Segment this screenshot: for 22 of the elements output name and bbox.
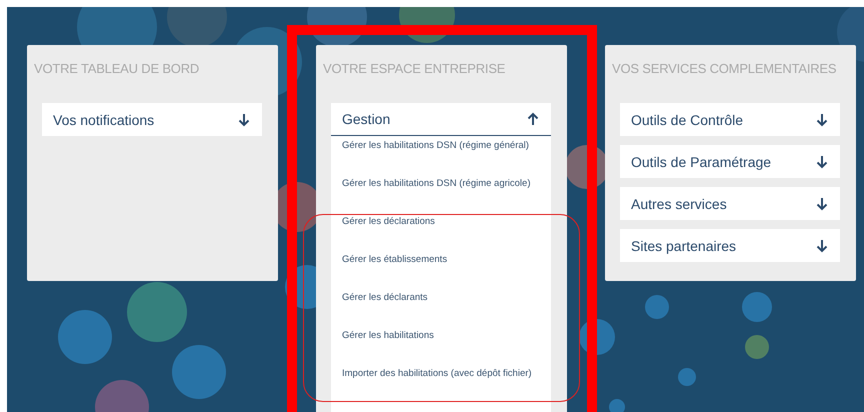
submenu-link[interactable]: Gérer les déclarations bbox=[342, 216, 551, 254]
up-arrow-icon bbox=[527, 112, 539, 126]
down-arrow-icon bbox=[816, 154, 828, 168]
down-arrow-icon bbox=[816, 196, 828, 210]
submenu-link[interactable]: Gérer les habilitations DSN (régime général) bbox=[342, 140, 551, 178]
submenu-link[interactable]: Importer des habilitations (avec dépôt fichier) bbox=[342, 368, 551, 406]
accordion-header[interactable]: Outils de Contrôle bbox=[620, 103, 840, 136]
accordion-header[interactable]: Sites partenaires bbox=[620, 229, 840, 262]
submenu-link[interactable]: Gérer les habilitations DSN (régime agricole) bbox=[342, 178, 551, 216]
panel-title: VOS SERVICES COMPLEMENTAIRES bbox=[612, 61, 838, 78]
submenu-link[interactable]: Gérer les établissements bbox=[342, 254, 551, 292]
down-arrow-icon bbox=[816, 112, 828, 126]
accordion-header[interactable]: Vos notifications bbox=[42, 103, 262, 136]
down-arrow-icon bbox=[816, 238, 828, 252]
submenu-link[interactable]: Gérer les habilitations bbox=[342, 330, 551, 368]
panel-title: VOTRE ESPACE ENTREPRISE bbox=[323, 61, 506, 78]
accordion-header[interactable]: Autres services bbox=[620, 187, 840, 220]
accordion-header[interactable]: Gestion bbox=[331, 103, 551, 136]
panel-title: VOTRE TABLEAU DE BORD bbox=[34, 61, 200, 78]
accordion-header[interactable]: Outils de Paramétrage bbox=[620, 145, 840, 178]
down-arrow-icon bbox=[238, 112, 250, 126]
submenu-link[interactable]: Gérer les déclarants bbox=[342, 292, 551, 330]
